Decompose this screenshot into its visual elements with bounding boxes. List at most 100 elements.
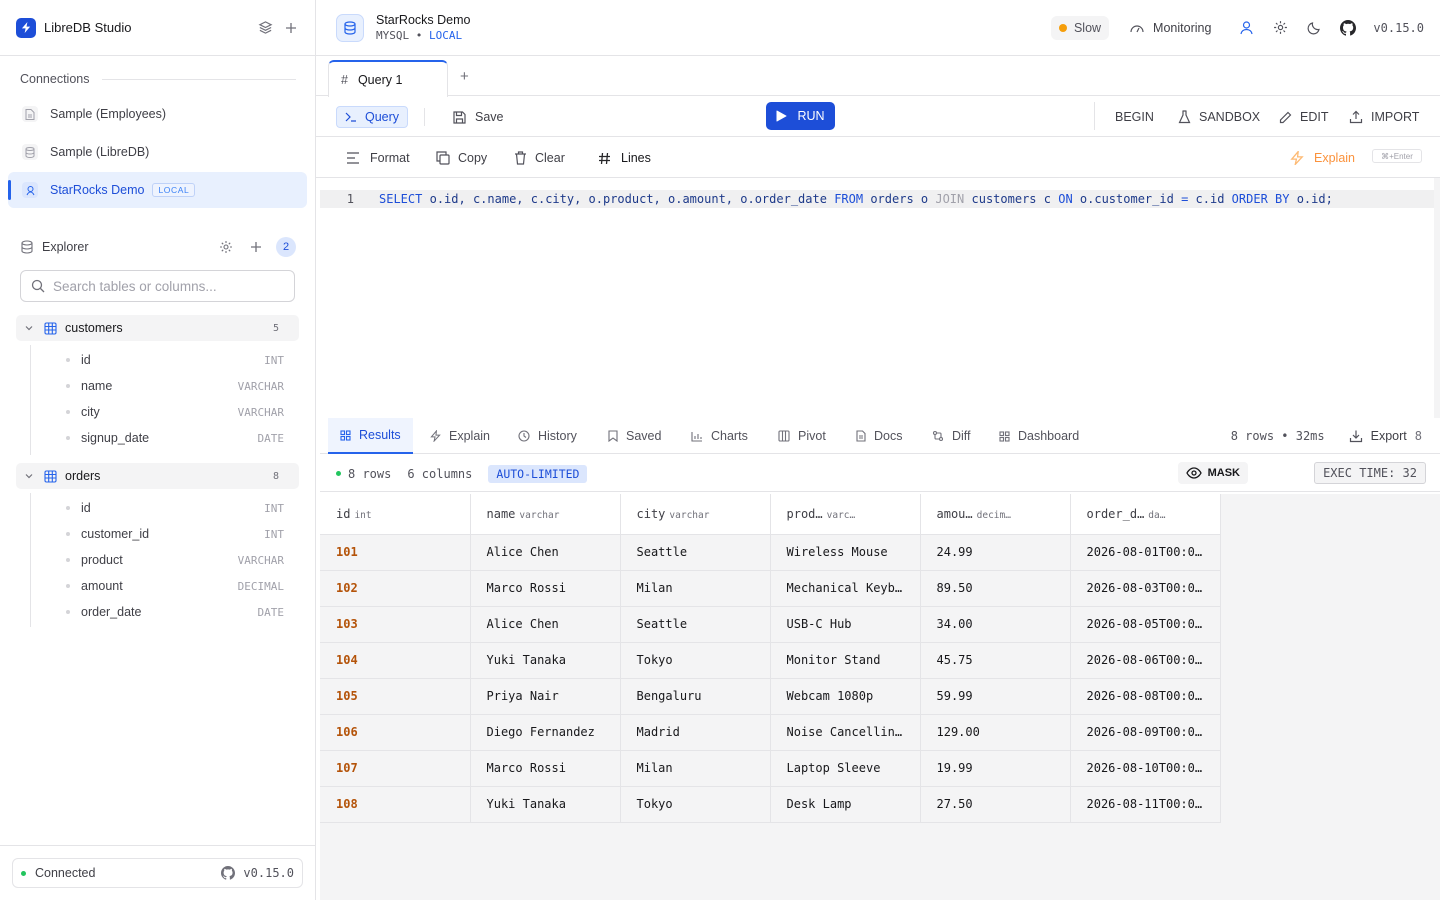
tab-diff[interactable]: Diff xyxy=(932,418,971,454)
table-cell[interactable]: Yuki Tanaka xyxy=(470,642,621,679)
table-row[interactable]: 105 Priya Nair Bengaluru Webcam 1080p 59.99 2… xyxy=(320,678,1221,715)
table-cell[interactable]: Tokyo xyxy=(620,642,771,679)
run-button[interactable]: RUN xyxy=(766,102,835,130)
table-row[interactable]: 101 Alice Chen Seattle Wireless Mouse 24.99 2… xyxy=(320,534,1221,571)
table-cell[interactable]: 45.75 xyxy=(920,642,1071,679)
user-icon[interactable] xyxy=(1237,19,1255,37)
table-cell[interactable]: Wireless Mouse xyxy=(770,534,921,571)
edit-button[interactable]: EDIT xyxy=(1279,106,1328,128)
add-connection-icon[interactable] xyxy=(283,20,299,36)
table-cell[interactable]: Marco Rossi xyxy=(470,750,621,787)
layers-icon[interactable] xyxy=(257,20,273,36)
table-cell[interactable]: 2026-08-01T00:0… xyxy=(1070,534,1221,571)
column-header[interactable]: city varchar xyxy=(620,494,771,535)
table-row[interactable]: 108 Yuki Tanaka Tokyo Desk Lamp 27.50 2026-08… xyxy=(320,786,1221,823)
table-orders[interactable]: orders 8 xyxy=(16,463,299,489)
table-cell[interactable]: Seattle xyxy=(620,606,771,643)
sql-editor[interactable]: 1 SELECT o.id, c.name, c.city, o.product… xyxy=(320,178,1440,418)
table-cell[interactable]: Priya Nair xyxy=(470,678,621,715)
lines-toggle[interactable]: Lines xyxy=(598,147,651,169)
table-cell[interactable]: Bengaluru xyxy=(620,678,771,715)
monitoring-button[interactable]: Monitoring xyxy=(1129,20,1211,36)
connection-sample-libredb[interactable]: Sample (LibreDB) xyxy=(8,134,307,170)
table-cell[interactable]: Tokyo xyxy=(620,786,771,823)
table-cell[interactable]: Monitor Stand xyxy=(770,642,921,679)
table-cell[interactable]: 129.00 xyxy=(920,714,1071,751)
table-cell[interactable]: 102 xyxy=(320,570,471,607)
table-row[interactable]: 103 Alice Chen Seattle USB-C Hub 34.00 2026-0… xyxy=(320,606,1221,643)
column-item[interactable]: amount DECIMAL xyxy=(66,576,284,596)
column-item[interactable]: name VARCHAR xyxy=(66,376,284,396)
table-cell[interactable]: Yuki Tanaka xyxy=(470,786,621,823)
tab-pivot[interactable]: Pivot xyxy=(778,418,826,454)
table-cell[interactable]: Diego Fernandez xyxy=(470,714,621,751)
column-item[interactable]: id INT xyxy=(66,350,284,370)
table-row[interactable]: 102 Marco Rossi Milan Mechanical Keyb… 89.50… xyxy=(320,570,1221,607)
table-cell[interactable]: 101 xyxy=(320,534,471,571)
column-item[interactable]: id INT xyxy=(66,498,284,518)
tab-history[interactable]: History xyxy=(518,418,577,454)
table-cell[interactable]: 2026-08-10T00:0… xyxy=(1070,750,1221,787)
table-cell[interactable]: USB-C Hub xyxy=(770,606,921,643)
table-row[interactable]: 104 Yuki Tanaka Tokyo Monitor Stand 45.75 202… xyxy=(320,642,1221,679)
table-cell[interactable]: 34.00 xyxy=(920,606,1071,643)
connection-sample-employees[interactable]: Sample (Employees) xyxy=(8,96,307,132)
table-row[interactable]: 106 Diego Fernandez Madrid Noise Cancellin…… xyxy=(320,714,1221,751)
table-cell[interactable]: 59.99 xyxy=(920,678,1071,715)
tab-charts[interactable]: Charts xyxy=(691,418,748,454)
gear-icon[interactable] xyxy=(1271,19,1289,37)
table-cell[interactable]: Alice Chen xyxy=(470,606,621,643)
table-cell[interactable]: 105 xyxy=(320,678,471,715)
table-cell[interactable]: Milan xyxy=(620,750,771,787)
column-item[interactable]: order_date DATE xyxy=(66,602,284,622)
column-item[interactable]: customer_id INT xyxy=(66,524,284,544)
table-cell[interactable]: 104 xyxy=(320,642,471,679)
column-header[interactable]: amou… decim… xyxy=(920,494,1071,535)
gear-icon[interactable] xyxy=(218,239,234,255)
table-row[interactable]: 107 Marco Rossi Milan Laptop Sleeve 19.99 202… xyxy=(320,750,1221,787)
export-button[interactable]: Export 8 xyxy=(1349,429,1422,443)
query-mode-button[interactable]: Query xyxy=(336,106,409,128)
table-cell[interactable]: Madrid xyxy=(620,714,771,751)
column-header[interactable]: order_d… da… xyxy=(1070,494,1221,535)
table-cell[interactable]: 108 xyxy=(320,786,471,823)
table-cell[interactable]: Alice Chen xyxy=(470,534,621,571)
table-cell[interactable]: Laptop Sleeve xyxy=(770,750,921,787)
connection-starrocks-demo[interactable]: StarRocks Demo LOCAL xyxy=(8,172,307,208)
import-button[interactable]: IMPORT xyxy=(1349,106,1419,128)
slow-indicator[interactable]: Slow xyxy=(1050,15,1110,40)
column-item[interactable]: city VARCHAR xyxy=(66,402,284,422)
tab-docs[interactable]: Docs xyxy=(856,418,902,454)
copy-button[interactable]: Copy xyxy=(436,147,487,169)
explain-button[interactable]: Explain xyxy=(1290,147,1355,169)
format-button[interactable]: Format xyxy=(346,147,410,169)
table-cell[interactable]: 2026-08-05T00:0… xyxy=(1070,606,1221,643)
table-cell[interactable]: 2026-08-06T00:0… xyxy=(1070,642,1221,679)
github-icon[interactable] xyxy=(1339,19,1357,37)
column-item[interactable]: signup_date DATE xyxy=(66,428,284,448)
table-cell[interactable]: Seattle xyxy=(620,534,771,571)
table-cell[interactable]: Webcam 1080p xyxy=(770,678,921,715)
table-cell[interactable]: 107 xyxy=(320,750,471,787)
column-header[interactable]: name varchar xyxy=(470,494,621,535)
tab-saved[interactable]: Saved xyxy=(608,418,661,454)
tab-explain[interactable]: Explain xyxy=(430,418,490,454)
table-customers[interactable]: customers 5 xyxy=(16,315,299,341)
tab-dashboard[interactable]: Dashboard xyxy=(999,418,1079,454)
table-cell[interactable]: 2026-08-08T00:0… xyxy=(1070,678,1221,715)
table-cell[interactable]: 89.50 xyxy=(920,570,1071,607)
add-icon[interactable] xyxy=(248,239,264,255)
table-cell[interactable]: 103 xyxy=(320,606,471,643)
table-cell[interactable]: 2026-08-03T00:0… xyxy=(1070,570,1221,607)
save-button[interactable]: Save xyxy=(452,106,504,128)
tab-query-1[interactable]: # Query 1 xyxy=(328,60,448,97)
editor-scrollbar[interactable] xyxy=(1434,178,1440,418)
add-tab-icon[interactable]: + xyxy=(460,68,469,85)
tab-results[interactable]: Results xyxy=(328,418,413,454)
table-cell[interactable]: 19.99 xyxy=(920,750,1071,787)
table-cell[interactable]: 24.99 xyxy=(920,534,1071,571)
column-item[interactable]: product VARCHAR xyxy=(66,550,284,570)
table-cell[interactable]: Milan xyxy=(620,570,771,607)
table-cell[interactable]: Marco Rossi xyxy=(470,570,621,607)
begin-button[interactable]: BEGIN xyxy=(1115,106,1154,128)
